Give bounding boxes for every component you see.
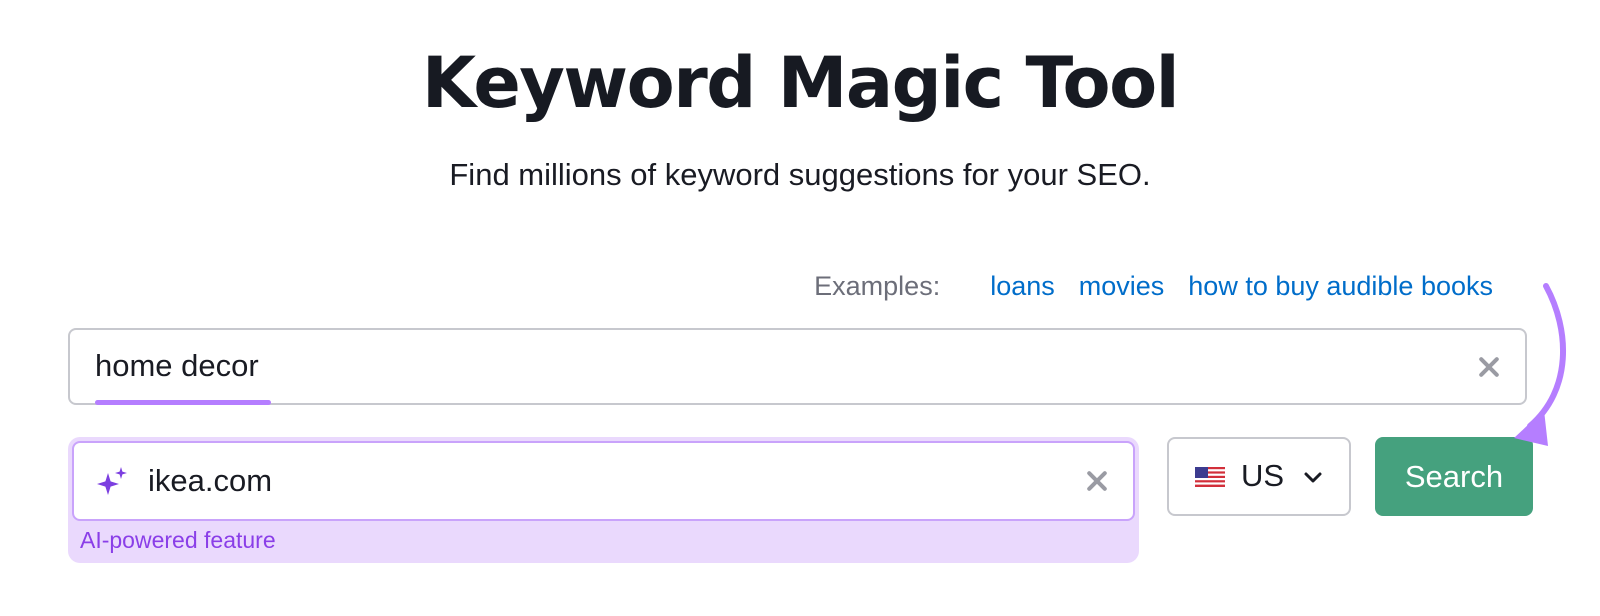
example-link-audible-books[interactable]: how to buy audible books	[1188, 266, 1493, 306]
page-subtitle: Find millions of keyword suggestions for…	[449, 157, 1151, 192]
clear-keyword-icon[interactable]	[1475, 353, 1503, 381]
keyword-highlight-underline	[95, 400, 271, 405]
chevron-down-icon	[1304, 472, 1322, 483]
ai-powered-label: AI-powered feature	[80, 527, 276, 553]
domain-input-value[interactable]: ikea.com	[148, 461, 272, 501]
domain-input-group: ikea.com AI-powered feature	[68, 437, 1139, 563]
domain-input[interactable]: ikea.com	[72, 441, 1135, 521]
clear-domain-icon[interactable]	[1083, 467, 1111, 495]
sparkle-icon	[97, 467, 127, 495]
example-link-loans[interactable]: loans	[990, 266, 1055, 306]
country-select[interactable]: US	[1167, 437, 1351, 516]
example-link-movies[interactable]: movies	[1079, 266, 1165, 306]
keyword-magic-tool-page: Keyword Magic Tool Find millions of keyw…	[0, 0, 1600, 616]
page-title: Keyword Magic Tool	[421, 42, 1180, 124]
examples-label: Examples:	[814, 271, 941, 301]
curved-arrow-icon	[1514, 283, 1567, 446]
keyword-input-value[interactable]: home decor	[95, 346, 259, 386]
examples-bar: Examples: loans movies how to buy audibl…	[814, 266, 1493, 306]
us-flag-icon	[1195, 467, 1225, 487]
country-value: US	[1241, 458, 1285, 493]
keyword-input[interactable]: home decor	[68, 328, 1527, 405]
